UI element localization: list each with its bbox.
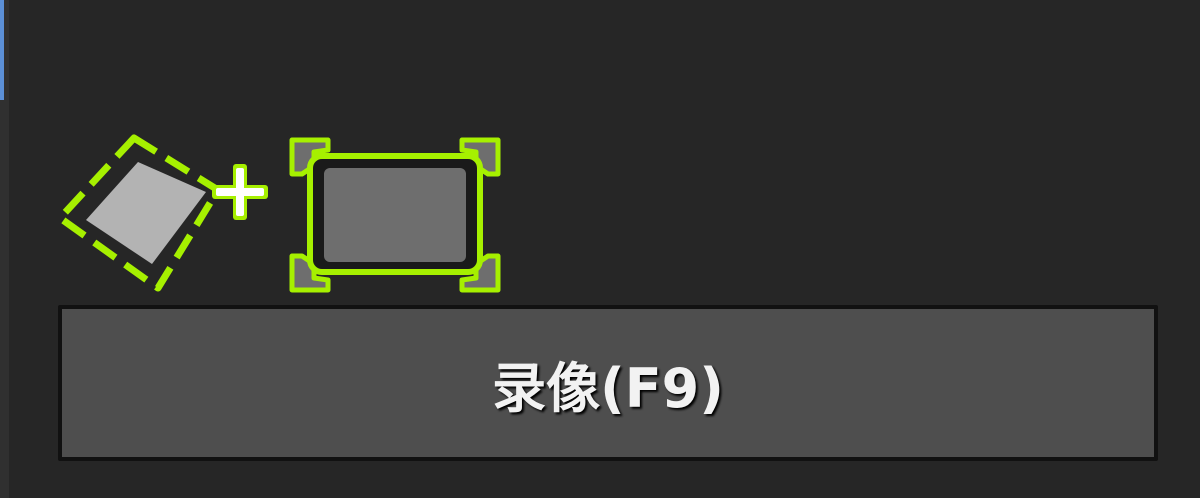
fullscreen-region-button[interactable] xyxy=(284,130,506,300)
record-button-label: 录像(F9) xyxy=(492,356,724,420)
fullscreen-region-icon xyxy=(289,137,501,293)
panel-left-edge-accent xyxy=(0,0,4,100)
recorder-panel: 录像(F9) xyxy=(0,0,1200,498)
panel-left-edge xyxy=(0,0,9,498)
add-region-icon xyxy=(56,134,268,292)
add-region-button[interactable] xyxy=(48,128,274,300)
record-button[interactable]: 录像(F9) xyxy=(58,305,1158,461)
